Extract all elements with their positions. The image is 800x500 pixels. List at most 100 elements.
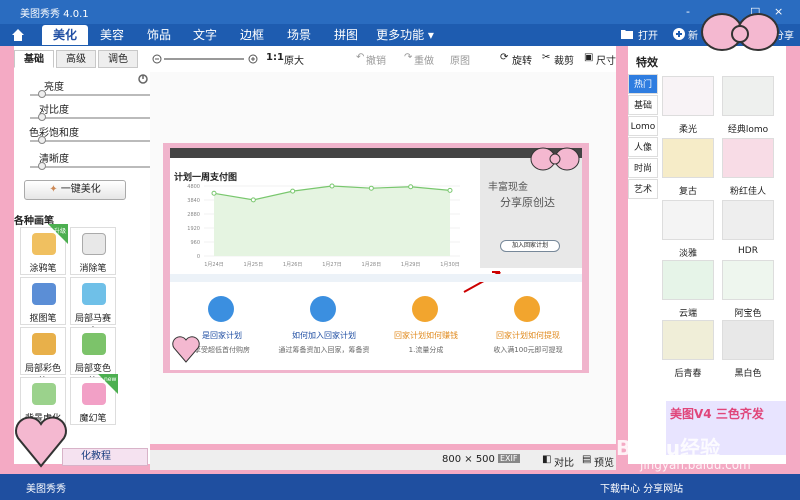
cat-lomo[interactable]: Lomo: [628, 116, 658, 136]
open-button[interactable]: 打开: [638, 27, 658, 42]
effect-thumb-vintage[interactable]: [662, 138, 714, 178]
tab-more[interactable]: 更多功能 ▾: [370, 25, 440, 45]
contrast-knob[interactable]: [38, 113, 46, 121]
effect-label-youth: 后青春: [674, 369, 702, 379]
home-icon[interactable]: [10, 27, 26, 43]
cat-basic[interactable]: 基础: [628, 95, 658, 115]
undo-button[interactable]: 撤销: [366, 52, 386, 67]
brush-mosaic[interactable]: 局部马赛克: [70, 277, 116, 337]
effect-thumb-lomo[interactable]: [722, 76, 774, 116]
cat-hot[interactable]: 热门: [628, 74, 658, 94]
chart-point: [447, 187, 453, 193]
brightness-slider[interactable]: [30, 94, 150, 96]
resize-icon[interactable]: ▣: [584, 52, 593, 63]
exif-badge[interactable]: EXIF: [498, 454, 520, 463]
chart-point: [250, 197, 256, 203]
chart-xtick: 1月29日: [401, 262, 421, 268]
ratio-label[interactable]: 1:1: [266, 52, 284, 63]
brush-doodle-label: 涂鸦笔: [29, 264, 57, 274]
minimize-button[interactable]: -: [686, 5, 690, 18]
effect-thumb-abao[interactable]: [722, 260, 774, 300]
card-earn-sub: 1.流量分成: [408, 346, 444, 354]
redo-icon[interactable]: ↷: [404, 52, 412, 63]
cat-portrait[interactable]: 人像: [628, 137, 658, 157]
crop-button[interactable]: 裁剪: [554, 52, 574, 67]
tab-beauty[interactable]: 美容: [88, 25, 136, 45]
original-image-button[interactable]: 原图: [450, 52, 470, 67]
brightness-knob[interactable]: [38, 90, 46, 98]
subtab-color[interactable]: 调色: [98, 50, 138, 68]
join-plan-button[interactable]: 加入回家计划: [500, 240, 560, 252]
left-panel: 基础 高级 调色 亮度 对比度 色彩饱和度 清晰度 ✦ 一键美化 各种画笔 涂鸦…: [14, 46, 150, 466]
image-dimensions: 800 × 500: [442, 454, 495, 465]
original-size-button[interactable]: 原大: [284, 52, 304, 67]
zoom-slider[interactable]: [164, 58, 244, 60]
effect-label-elegant: 淡雅: [678, 249, 697, 259]
rotate-button[interactable]: 旋转: [512, 52, 532, 67]
effect-thumb-hdr[interactable]: [722, 200, 774, 240]
effect-thumb-elegant[interactable]: [662, 200, 714, 240]
one-key-label: 一键美化: [60, 184, 101, 195]
subtab-advanced[interactable]: 高级: [56, 50, 96, 68]
tab-text[interactable]: 文字: [182, 25, 228, 45]
effect-label-pink: 粉红佳人: [729, 187, 766, 197]
upgrade-badge-text: 升级: [54, 228, 67, 235]
compare-icon[interactable]: ◧: [542, 454, 551, 465]
zoom-out-icon[interactable]: [152, 54, 162, 64]
plus-icon[interactable]: [672, 27, 686, 41]
new-button[interactable]: 新: [688, 27, 698, 42]
crop-icon[interactable]: ✂: [542, 52, 550, 63]
chart-ytick: 4800: [187, 184, 200, 190]
zoom-in-icon[interactable]: [248, 54, 258, 64]
subtab-basic[interactable]: 基础: [14, 50, 54, 68]
preview-icon[interactable]: ▤: [582, 454, 591, 465]
contrast-slider[interactable]: [30, 117, 150, 119]
reset-icon[interactable]: [138, 74, 148, 84]
tutorial-button[interactable]: 化教程: [62, 448, 148, 466]
brush-recolor[interactable]: 局部变色笔: [70, 327, 116, 387]
tab-beautify[interactable]: 美化: [42, 25, 88, 45]
app-title: 美图秀秀 4.0.1: [20, 9, 89, 20]
cat-fashion[interactable]: 时尚: [628, 158, 658, 178]
brush-eraser[interactable]: 消除笔: [70, 227, 116, 275]
one-key-beautify-button[interactable]: ✦ 一键美化: [24, 180, 126, 200]
effect-thumb-youth[interactable]: [662, 320, 714, 360]
taskbar-app[interactable]: 美图秀秀: [26, 480, 66, 495]
money-bag-icon: [412, 296, 438, 322]
saturation-slider[interactable]: [30, 140, 150, 142]
rotate-icon[interactable]: ⟳: [500, 52, 508, 63]
blur-icon: [32, 383, 56, 405]
brush-cutout[interactable]: 抠图笔: [20, 277, 66, 325]
sharpness-slider[interactable]: [30, 166, 150, 168]
tab-scene[interactable]: 场景: [276, 25, 322, 45]
tab-border[interactable]: 边框: [228, 25, 276, 45]
saturation-knob[interactable]: [38, 136, 46, 144]
cat-art[interactable]: 艺术: [628, 179, 658, 199]
effect-thumb-soft[interactable]: [662, 76, 714, 116]
compare-button[interactable]: 对比: [554, 454, 574, 469]
undo-icon[interactable]: ↶: [356, 52, 364, 63]
eraser-icon: [82, 233, 106, 255]
preview-button[interactable]: 预览: [594, 454, 614, 469]
promo-text: 美图V4 三色齐发: [670, 407, 764, 421]
effect-thumb-bw[interactable]: [722, 320, 774, 360]
brush-local-color[interactable]: 局部彩色笔: [20, 327, 66, 387]
tab-accessories[interactable]: 饰品: [136, 25, 182, 45]
resize-button[interactable]: 尺寸: [596, 52, 616, 67]
tab-more-label: 更多功能: [376, 28, 425, 42]
bow-decoration-icon: [530, 147, 580, 171]
taskbar-links[interactable]: 下载中心 分享网站: [600, 480, 683, 495]
ad-sub: 分享原创达: [500, 196, 555, 209]
chart-ytick: 1920: [187, 226, 200, 232]
effect-thumb-cloud[interactable]: [662, 260, 714, 300]
sharpness-knob[interactable]: [38, 162, 46, 170]
effect-thumb-pink[interactable]: [722, 138, 774, 178]
pencil-icon: [310, 296, 336, 322]
redo-button[interactable]: 重做: [414, 52, 434, 67]
folder-icon[interactable]: [620, 28, 634, 40]
brush-eraser-label: 消除笔: [79, 264, 107, 274]
chart-ytick: 3840: [187, 198, 200, 204]
effect-label-bw: 黑白色: [734, 369, 762, 379]
image-toolbar: 1:1 原大 ↶ 撤销 ↷ 重做 原图 ⟳ 旋转 ✂ 裁剪 ▣ 尺寸: [150, 46, 616, 72]
tab-collage[interactable]: 拼图: [322, 25, 370, 45]
